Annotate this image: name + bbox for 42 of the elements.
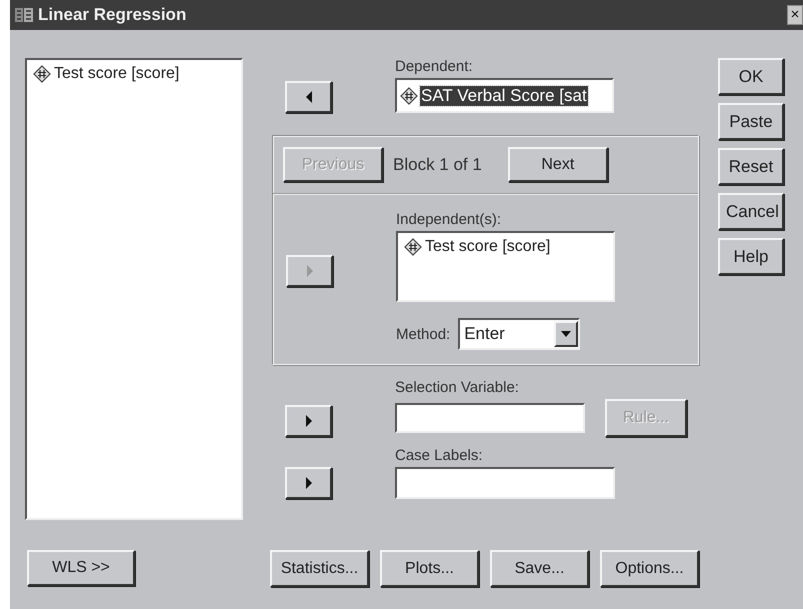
dialog-button[interactable]: OK <box>718 58 784 95</box>
dialog-button[interactable]: Reset <box>718 148 784 185</box>
variable-icon <box>404 238 422 256</box>
next-button[interactable]: Next <box>508 147 608 182</box>
app-icon <box>14 6 34 24</box>
close-button[interactable]: × <box>787 5 803 25</box>
dependent-label: Dependent: <box>395 58 474 75</box>
variable-icon <box>400 86 418 104</box>
arrow-button[interactable] <box>285 81 332 113</box>
arrow-button[interactable] <box>285 405 332 437</box>
dialog-button[interactable]: Options... <box>600 550 699 587</box>
window-title: Linear Regression <box>38 5 188 25</box>
block-status: Block 1 of 1 <box>393 154 482 174</box>
left-triangle-icon <box>304 91 312 103</box>
arrow-button[interactable] <box>285 467 332 499</box>
independent-label: Test score [score] <box>425 238 550 256</box>
variable-label: Test score [score] <box>54 65 180 83</box>
selection-variable-field[interactable] <box>395 403 585 433</box>
right-triangle-icon <box>304 477 312 489</box>
method-label: Method: <box>396 326 450 342</box>
variable-icon <box>33 65 51 83</box>
dialog-button[interactable]: Plots... <box>380 550 479 587</box>
right-triangle-icon <box>306 264 314 276</box>
independent-item[interactable]: Test score [score] <box>402 237 609 257</box>
right-triangle-icon <box>304 415 312 427</box>
variable-list[interactable]: Test score [score] <box>25 58 243 520</box>
case-labels-label: Case Labels: <box>395 447 484 464</box>
wls-button[interactable]: WLS >> <box>27 550 135 586</box>
dialog-button[interactable]: Paste <box>718 103 784 140</box>
dependent-field[interactable]: SAT Verbal Score [sat <box>395 78 614 113</box>
independents-list[interactable]: Test score [score] <box>396 231 615 302</box>
dialog-button[interactable]: Save... <box>490 550 589 587</box>
independents-label: Independent(s): <box>396 211 502 228</box>
dependent-value: SAT Verbal Score [sat <box>420 86 588 106</box>
variable-item[interactable]: Test score [score] <box>31 64 182 84</box>
dialog-button[interactable]: Help <box>718 238 784 275</box>
case-labels-field[interactable] <box>395 467 615 499</box>
method-value: Enter <box>463 324 505 344</box>
dialog-button[interactable]: Cancel <box>718 193 784 230</box>
selection-variable-label: Selection Variable: <box>395 379 520 396</box>
dialog-button[interactable]: Statistics... <box>270 550 369 587</box>
method-dropdown[interactable]: Enter <box>458 318 580 350</box>
